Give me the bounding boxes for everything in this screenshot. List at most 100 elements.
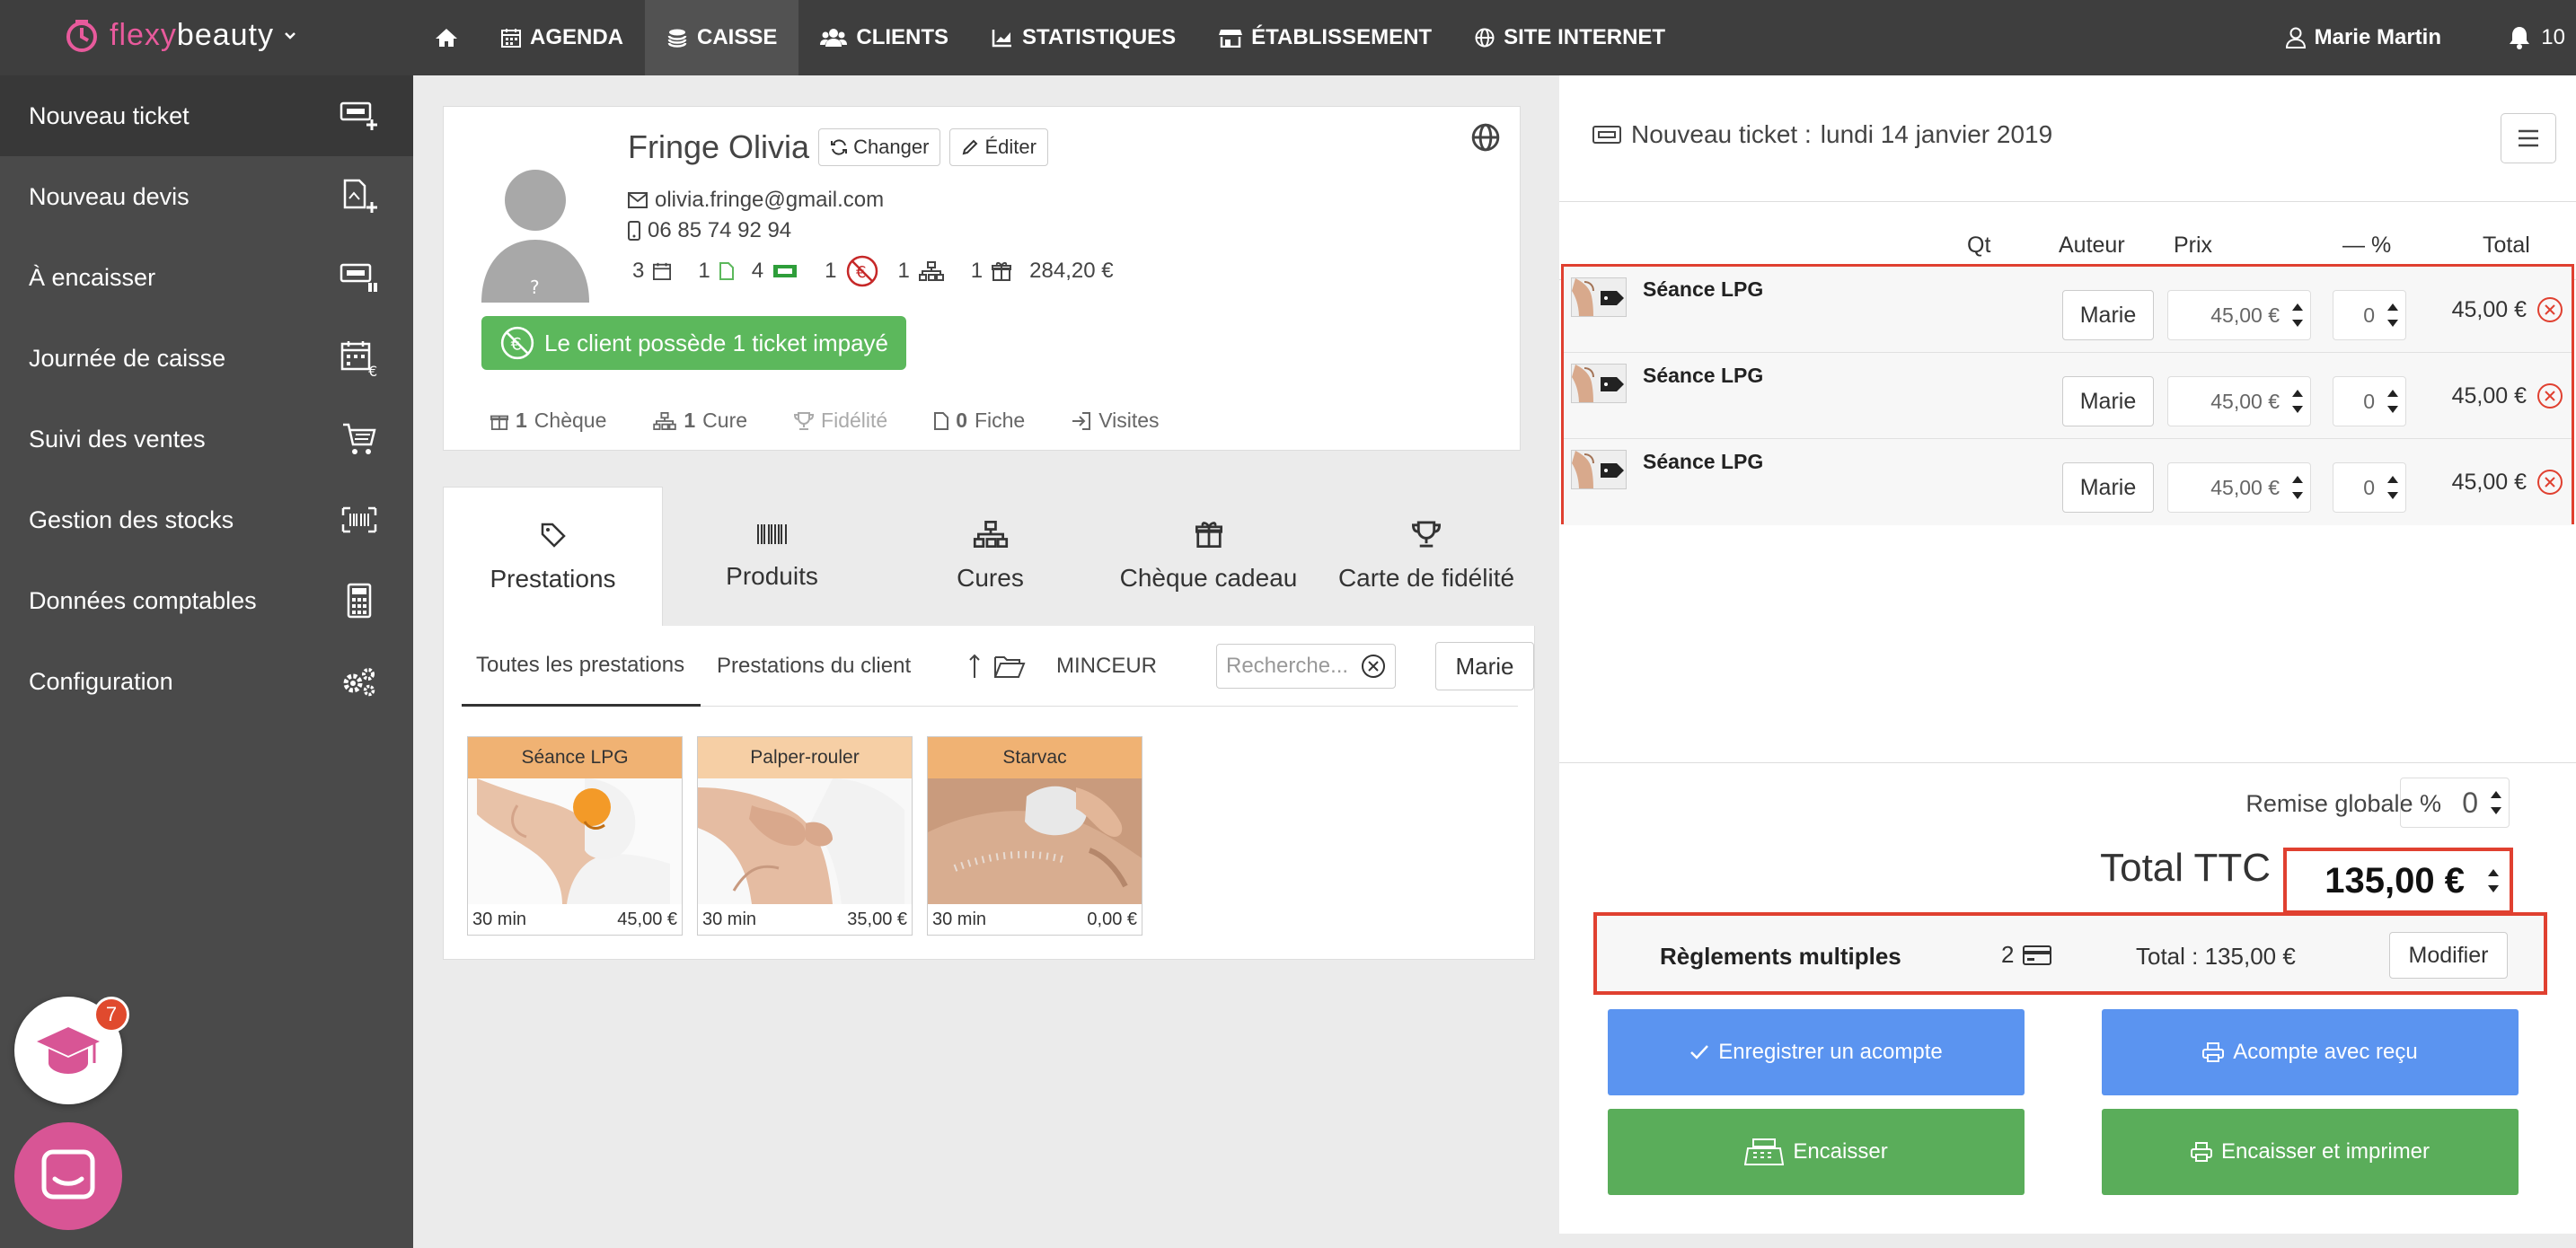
line-discount-input[interactable]: 0 [2333,462,2406,513]
document-icon [719,262,734,280]
gears-icon [343,668,375,697]
ticket-title: Nouveau ticket : [1631,120,1812,148]
tab-cheque-cadeau[interactable]: Chèque cadeau [1099,487,1318,627]
edit-client-button[interactable]: Éditer [949,128,1048,166]
nav-etablissement[interactable]: ÉTABLISSEMENT [1197,0,1453,75]
to-cash-icon [340,263,377,292]
nav-statistiques[interactable]: STATISTIQUES [970,0,1197,75]
modify-payment-button[interactable]: Modifier [2389,932,2508,979]
users-icon [820,29,848,47]
link-cure[interactable]: 1 Cure [653,409,747,433]
staff-filter-button[interactable]: Marie [1435,642,1534,690]
avatar-placeholder-icon: ? [481,170,589,303]
spinner-arrows-icon[interactable] [2486,860,2501,901]
subtab-prestations-client[interactable]: Prestations du client [717,626,911,707]
remove-line-icon[interactable] [2536,382,2564,410]
bell-icon [2510,27,2530,49]
line-price-input[interactable]: 45,00 € [2167,376,2311,426]
flexy-logo-icon [66,20,97,52]
spinner-arrows-icon[interactable] [2386,469,2400,506]
product-image [928,778,1142,904]
sidebar-item-nouveau-devis[interactable]: Nouveau devis [0,156,413,237]
deposit-with-receipt-button[interactable]: Acompte avec reçu [2102,1009,2519,1095]
nav-clients[interactable]: CLIENTS [798,0,970,75]
product-price: 0,00 € [1087,909,1137,929]
link-visites-label: Visites [1098,409,1160,432]
sidebar-item-nouveau-ticket[interactable]: Nouveau ticket [0,75,413,156]
line-author-button[interactable]: Marie [2062,462,2154,513]
notifications[interactable]: 10 [2507,0,2565,75]
payment-total: Total : 135,00 € [2136,943,2296,970]
subtab-label: Prestations du client [717,654,912,678]
nav-site-internet[interactable]: SITE INTERNET [1453,0,1687,75]
line-author-button[interactable]: Marie [2062,290,2154,340]
line-price-input[interactable]: 45,00 € [2167,290,2311,340]
unpaid-ticket-alert[interactable]: € Le client possède 1 ticket impayé [481,316,906,370]
remove-line-icon[interactable] [2536,468,2564,497]
nav-home[interactable] [413,0,480,75]
tab-produits[interactable]: Produits [663,487,881,627]
change-client-button[interactable]: Changer [818,128,941,166]
app-logo[interactable]: flexybeauty [63,16,297,54]
client-phone[interactable]: 06 85 74 92 94 [648,218,791,243]
link-fiche[interactable]: 0 Fiche [934,409,1025,433]
clear-circle-icon[interactable] [1361,654,1386,679]
link-fidelite[interactable]: Fidélité [794,409,887,433]
client-email[interactable]: olivia.fringe@gmail.com [655,188,884,213]
total-ttc-input[interactable]: 135,00 € [2283,848,2513,914]
category-selector[interactable]: MINCEUR [968,626,1157,707]
spinner-arrows-icon[interactable] [2489,784,2503,822]
product-card[interactable]: Séance LPG 30 min 45,00 € [467,736,683,936]
ticket-header: Nouveau ticket : lundi 14 janvier 2019 [1592,120,2052,149]
cash-in-print-button[interactable]: Encaisser et imprimer [2102,1109,2519,1195]
product-card[interactable]: Palper-rouler 30 min 35,00 € [697,736,913,936]
stat-rdv-count: 3 [632,259,645,283]
line-discount-input[interactable]: 0 [2333,290,2406,340]
svg-text:€: € [511,334,522,354]
logo-flexy: flexy [110,17,177,52]
nav-caisse[interactable]: CAISSE [645,0,799,75]
subtab-toutes-prestations[interactable]: Toutes les prestations [462,626,701,707]
spinner-arrows-icon[interactable] [2386,296,2400,334]
client-phone-row: 06 85 74 92 94 [628,218,791,243]
sidebar-item-suivi-des-ventes[interactable]: Suivi des ventes [0,399,413,479]
sidebar-item-configuration[interactable]: Configuration [0,641,413,722]
sidebar-item-gestion-des-stocks[interactable]: Gestion des stocks [0,479,413,560]
remove-line-icon[interactable] [2536,295,2564,324]
catalog-search-input[interactable]: Recherche... [1216,644,1396,689]
nav-caisse-label: CAISSE [697,25,778,49]
tab-cures[interactable]: Cures [881,487,1099,627]
link-visites[interactable]: Visites [1072,409,1160,433]
line-price-input[interactable]: 45,00 € [2167,462,2311,513]
chart-icon [992,30,1012,48]
product-card[interactable]: Starvac 30 min 0,00 € [927,736,1142,936]
sidebar-item-journee-de-caisse[interactable]: Journée de caisse € [0,318,413,399]
product-footer: 30 min 35,00 € [698,904,912,935]
sitemap-icon [653,411,677,430]
line-author-button[interactable]: Marie [2062,376,2154,426]
mobile-icon [628,221,640,241]
ticket-lines: Séance LPG Marie 45,00 € 0 45,00 € Séanc… [1561,264,2574,525]
line-discount-input[interactable]: 0 [2333,376,2406,426]
line-author: Marie [2079,302,2137,328]
chat-launcher[interactable] [14,1122,122,1230]
spinner-arrows-icon[interactable] [2290,296,2305,334]
tab-prestations[interactable]: Prestations [443,487,663,627]
user-icon [2285,27,2306,48]
sidebar-item-a-encaisser[interactable]: À encaisser [0,237,413,318]
logo-beauty: beauty [176,17,275,52]
spinner-arrows-icon[interactable] [2386,382,2400,420]
cash-in-button[interactable]: Encaisser [1608,1109,2025,1195]
tab-carte-de-fidelite[interactable]: Carte de fidélité [1318,487,1535,627]
globe-icon[interactable] [1471,123,1500,152]
save-deposit-button[interactable]: Enregistrer un acompte [1608,1009,2025,1095]
spinner-arrows-icon[interactable] [2290,469,2305,506]
link-cheque[interactable]: 1 Chèque [490,409,606,433]
remise-input[interactable]: 0 [2400,778,2510,828]
user-menu[interactable]: Marie Martin [2285,0,2441,75]
ticket-menu-button[interactable] [2501,113,2556,163]
ticket-icon [773,265,798,277]
spinner-arrows-icon[interactable] [2290,382,2305,420]
nav-agenda[interactable]: AGENDA [480,0,645,75]
sidebar-item-donnees-comptables[interactable]: Données comptables [0,560,413,641]
